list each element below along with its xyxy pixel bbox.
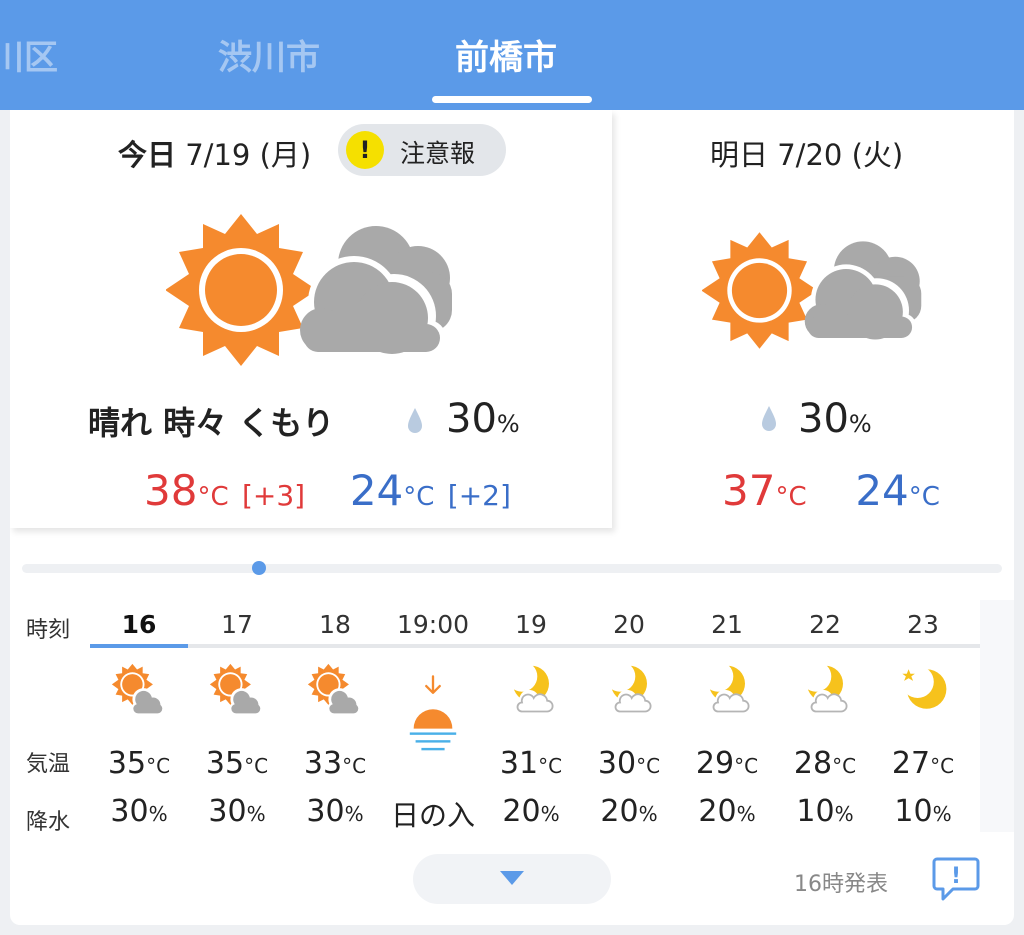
hour-column[interactable]: 19 31°C 20% — [482, 600, 580, 832]
advisory-label: 注意報 — [400, 139, 476, 168]
hour-rain: 20 — [698, 794, 737, 829]
today-date: 今日 7/19 (月) — [118, 138, 312, 172]
sunset-icon — [404, 672, 462, 760]
sun-cloud-icon — [307, 663, 361, 717]
hour-temp: 33 — [303, 746, 343, 781]
low-temp: 24 — [855, 466, 909, 515]
high-temp-diff: [+3] — [241, 479, 306, 512]
hour-column[interactable]: 22 28°C 10% — [776, 600, 874, 832]
hour-temp: 29 — [695, 746, 735, 781]
hour-temp: 27 — [891, 746, 931, 781]
hour-time: 16 — [121, 610, 157, 639]
exclamation-icon: ! — [346, 131, 384, 169]
hour-column[interactable]: 17 35°C 30% — [188, 600, 286, 832]
sunset-label: 日の入 — [390, 799, 475, 832]
hour-rain: 30 — [306, 794, 345, 829]
high-temp: 37 — [722, 466, 776, 515]
sun-with-cloud-icon — [702, 230, 932, 354]
row-label-temp: 気温 — [26, 752, 71, 777]
row-label-time: 時刻 — [26, 618, 71, 643]
sun-with-cloud-icon — [166, 212, 466, 372]
tab-shibukawa[interactable]: 渋川市 — [218, 30, 320, 79]
hour-time: 19:00 — [396, 610, 470, 639]
row-label-rain: 降水 — [26, 810, 71, 835]
hour-temp: 31 — [499, 746, 539, 781]
precipitation-probability: 30% — [798, 396, 872, 442]
hour-rain: 20 — [600, 794, 639, 829]
expand-button[interactable] — [413, 854, 611, 904]
chevron-down-icon — [500, 871, 524, 885]
hour-time: 19 — [515, 610, 547, 639]
hour-column[interactable]: 16 35°C 30% — [90, 600, 188, 832]
raindrop-icon — [408, 408, 422, 433]
hour-temp: 30 — [597, 746, 637, 781]
weather-condition: 晴れ 時々 くもり — [88, 404, 335, 442]
hour-time: 20 — [613, 610, 645, 639]
sun-cloud-icon — [209, 663, 263, 717]
hourly-forecast-strip[interactable]: 16 35°C 30% 17 35°C 30% 18 33°C 30% 19:0… — [90, 600, 990, 832]
active-tab-indicator — [432, 96, 592, 103]
issued-time: 16時発表 — [794, 872, 888, 897]
tomorrow-forecast-panel[interactable]: 明日 7/20 (火) 30% 37°C 24°C — [622, 110, 1014, 528]
moon-star-icon — [901, 665, 947, 709]
hour-temp: 28 — [793, 746, 833, 781]
hour-rain: 10 — [796, 794, 835, 829]
hour-time: 17 — [221, 610, 253, 639]
today-temperatures: 38°C [+3] 24°C [+2] — [144, 466, 511, 515]
feedback-icon[interactable]: ! — [932, 856, 980, 902]
hour-time: 23 — [907, 610, 939, 639]
tab-previous-city[interactable]: 川区 — [0, 30, 110, 79]
sun-cloud-icon — [111, 663, 165, 717]
moon-cloud-icon — [799, 662, 848, 716]
high-temp: 38 — [144, 466, 198, 515]
raindrop-icon — [762, 406, 776, 431]
moon-cloud-icon — [603, 662, 652, 716]
hourly-scroll-thumb[interactable] — [252, 561, 266, 575]
tab-maebashi[interactable]: 前橋市 — [455, 30, 557, 79]
hour-temp: 35 — [107, 746, 147, 781]
hour-temp: 35 — [205, 746, 245, 781]
hourly-overflow-fade — [980, 600, 1014, 832]
svg-text:!: ! — [951, 864, 961, 889]
tomorrow-date: 明日 7/20 (火) — [710, 138, 904, 172]
tomorrow-temperatures: 37°C 24°C — [722, 466, 940, 515]
hour-column[interactable]: 21 29°C 20% — [678, 600, 776, 832]
hour-time: 21 — [711, 610, 743, 639]
moon-cloud-icon — [701, 662, 750, 716]
advisory-badge[interactable]: ! 注意報 — [338, 124, 506, 176]
low-temp: 24 — [349, 466, 404, 515]
hour-rain: 10 — [894, 794, 933, 829]
hour-column[interactable]: 20 30°C 20% — [580, 600, 678, 832]
hour-column-sunset[interactable]: 19:00 日の入 — [384, 600, 482, 832]
forecast-card: 今日 7/19 (月) ! 注意報 晴れ 時々 くもり 30% 38°C [+3… — [10, 110, 1014, 925]
low-temp-diff: [+2] — [447, 479, 511, 512]
hour-time: 22 — [809, 610, 841, 639]
hour-time: 18 — [319, 610, 351, 639]
hour-rain: 30 — [110, 794, 149, 829]
hourly-scrollbar-track[interactable] — [22, 564, 1002, 573]
hour-rain: 20 — [502, 794, 541, 829]
today-forecast-panel[interactable]: 今日 7/19 (月) ! 注意報 晴れ 時々 くもり 30% 38°C [+3… — [10, 110, 612, 528]
hour-column[interactable]: 18 33°C 30% — [286, 600, 384, 832]
precipitation-probability: 30% — [446, 396, 520, 442]
moon-cloud-icon — [505, 662, 554, 716]
hour-column[interactable]: 23 27°C 10% — [874, 600, 972, 832]
top-navigation-bar: 川区 渋川市 前橋市 — [0, 0, 1024, 110]
hour-rain: 30 — [208, 794, 247, 829]
